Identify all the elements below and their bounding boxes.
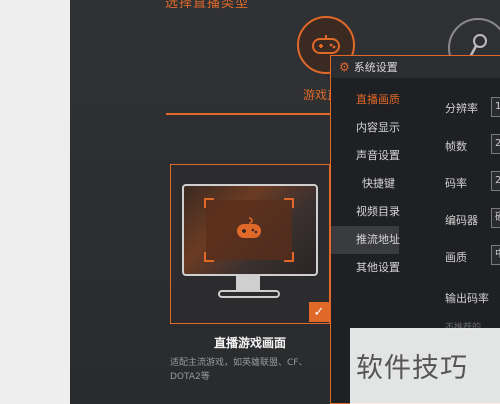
corner-marker <box>204 252 214 262</box>
quality-label: 画质 <box>445 251 467 264</box>
nav-item-other-settings[interactable]: 其他设置 <box>331 254 400 282</box>
settings-nav: 直播画质 内容显示 声音设置 快捷键 视频目录 推流地址 其他设置 <box>331 86 400 282</box>
monitor-stand <box>236 276 260 290</box>
corner-marker <box>284 198 294 208</box>
selected-tab-underline <box>166 113 332 115</box>
monitor-base <box>218 290 280 298</box>
game-live-mode-label: 游戏直播 <box>303 88 330 102</box>
resolution-select[interactable]: 1 <box>491 97 500 117</box>
quality-select[interactable]: 中 <box>491 245 500 265</box>
resolution-label: 分辨率 <box>445 102 478 115</box>
checkmark-icon: ✓ <box>309 302 329 322</box>
card-description: 适配主流游戏，如英雄联盟、CF、DOTA2等 <box>170 358 308 382</box>
watermark-text: 软件技巧 <box>356 353 468 384</box>
nav-item-hotkeys[interactable]: 快捷键 <box>331 170 399 198</box>
page-title: 选择直播类型 <box>165 0 250 11</box>
encoder-select[interactable]: 硬 <box>491 208 500 228</box>
nav-item-content-display[interactable]: 内容显示 <box>331 114 400 142</box>
nav-item-stream-quality[interactable]: 直播画质 <box>331 86 400 114</box>
dialog-titlebar[interactable]: ⚙ 系统设置 <box>331 56 500 78</box>
gear-icon: ⚙ <box>339 60 350 74</box>
gamepad-icon <box>312 35 340 54</box>
dialog-title: 系统设置 <box>353 61 398 74</box>
left-background <box>0 0 70 404</box>
bitrate-label: 码率 <box>445 177 467 190</box>
bitrate-select[interactable]: 2 <box>491 171 500 191</box>
corner-marker <box>204 198 214 208</box>
framerate-label: 帧数 <box>445 140 467 153</box>
output-bitrate-label: 输出码率 <box>445 292 489 305</box>
nav-item-video-directory[interactable]: 视频目录 <box>331 198 400 226</box>
card-title: 直播游戏画面 <box>213 336 286 350</box>
encoder-label: 编码器 <box>445 214 478 227</box>
corner-marker <box>284 252 294 262</box>
framerate-select[interactable]: 2 <box>491 134 500 154</box>
gamepad-icon <box>237 217 261 238</box>
monitor-screen <box>182 184 318 276</box>
nav-item-push-url[interactable]: 推流地址 <box>331 226 400 254</box>
nav-item-audio-settings[interactable]: 声音设置 <box>331 142 400 170</box>
